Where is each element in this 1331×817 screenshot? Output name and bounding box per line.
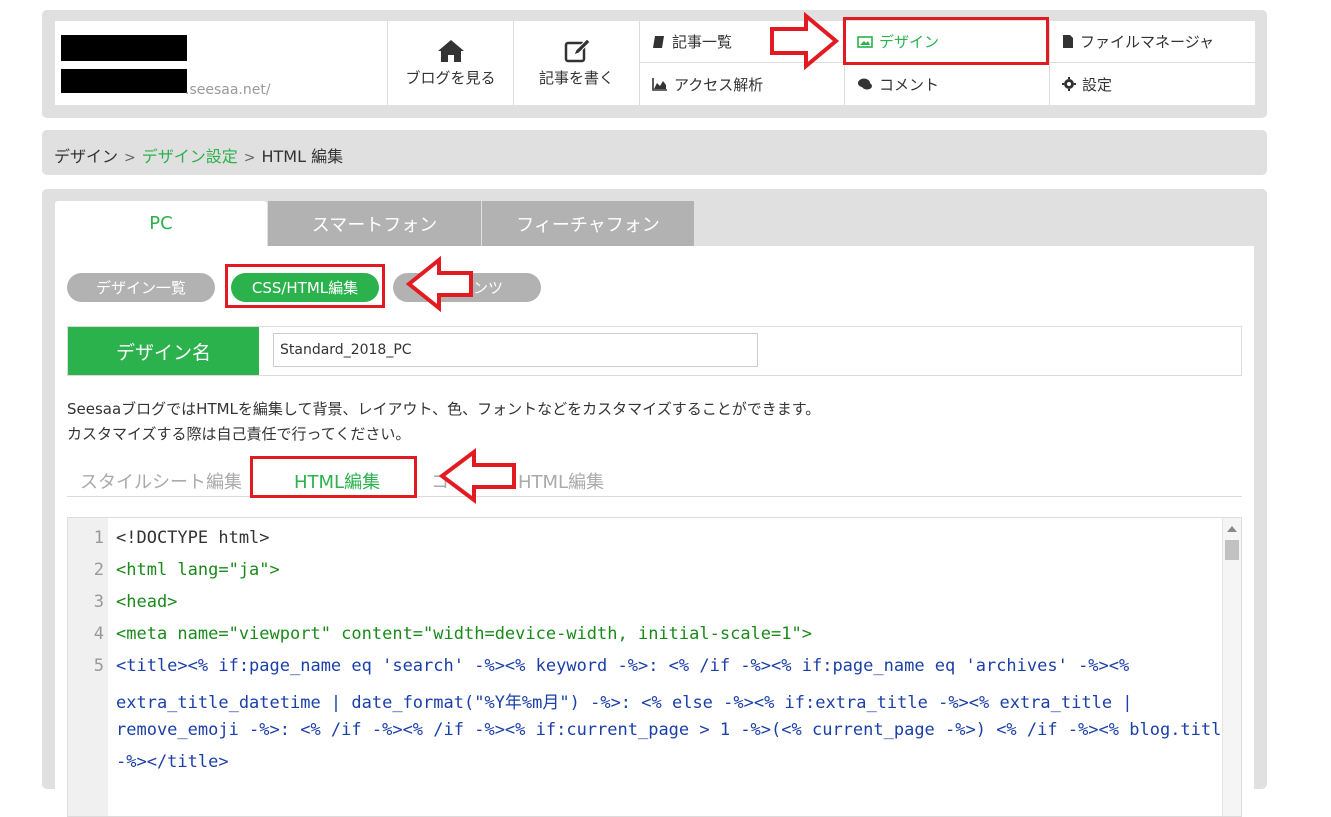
view-blog-label: ブログを見る (405, 69, 496, 87)
breadcrumb: デザイン > デザイン設定 > HTML 編集 (42, 130, 1267, 175)
line-number: 4 (93, 624, 104, 644)
design-name-label: デザイン名 (68, 327, 259, 375)
code-line: <title><% if:page_name eq 'search' -%><%… (116, 656, 1130, 676)
arrow-annotation-left (438, 448, 516, 504)
header-inner: .seesaa.net/ ブログを見る 記事を書く 記事一覧 デザイン ファイル… (55, 21, 1255, 105)
blog-domain: .seesaa.net/ (185, 82, 271, 98)
header-bar: .seesaa.net/ ブログを見る 記事を書く 記事一覧 デザイン ファイル… (42, 10, 1267, 118)
view-blog-button[interactable]: ブログを見る (387, 21, 513, 105)
subtab-divider (67, 496, 1242, 497)
chart-icon (652, 78, 667, 91)
redacted-blog-title (61, 35, 187, 61)
redacted-blog-url (61, 69, 187, 93)
html-code-editor[interactable]: 1 2 3 4 5 <!DOCTYPE html> <html lang="ja… (67, 517, 1242, 817)
tab-stylesheet-edit[interactable]: スタイルシート編集 (80, 468, 242, 494)
content-area: デザイン一覧 CSS/HTML編集 ンツ デザイン名 SeesaaブログではHT… (55, 246, 1254, 817)
line-number: 3 (93, 592, 104, 612)
book-icon (653, 35, 664, 48)
breadcrumb-html-edit: HTML 編集 (261, 147, 344, 166)
breadcrumb-design-settings[interactable]: デザイン設定 (142, 147, 238, 166)
nav-file-manager[interactable]: ファイルマネージャ (1049, 21, 1255, 63)
tab-feature-phone[interactable]: フィーチャフォン (482, 201, 694, 246)
nav-settings-label: 設定 (1082, 75, 1113, 94)
write-post-button[interactable]: 記事を書く (513, 21, 639, 105)
code-line: remove_emoji -%>: <% /if -%><% /if -%><%… (116, 720, 1232, 740)
description-line-2: カスタマイズする際は自己責任で行ってください。 (67, 425, 411, 443)
nav-comments-label: コメント (879, 75, 940, 94)
tab-smartphone[interactable]: スマートフォン (268, 201, 481, 246)
nav-access-analysis-label: アクセス解析 (674, 75, 764, 94)
code-line: -%></title> (116, 752, 229, 772)
nav-file-manager-label: ファイルマネージャ (1080, 33, 1214, 51)
arrow-annotation-right (770, 12, 840, 70)
gear-icon (1062, 77, 1076, 91)
comment-icon (858, 78, 872, 90)
editor-scrollbar[interactable] (1222, 518, 1241, 816)
breadcrumb-design: デザイン (54, 147, 119, 166)
annotation-box-design (843, 17, 1049, 65)
tab-other-html-edit[interactable]: HTML編集 (518, 468, 604, 494)
nav-comments[interactable]: コメント (844, 63, 1049, 105)
code-line: <head> (116, 592, 178, 612)
annotation-box-html-edit (250, 456, 417, 498)
annotation-box-css-html (225, 264, 385, 308)
design-name-input[interactable] (273, 333, 758, 367)
code-line: <html lang="ja"> (116, 560, 280, 580)
edit-icon (564, 38, 591, 63)
line-number: 2 (93, 560, 104, 580)
code-line: <meta name="viewport" content="width=dev… (116, 624, 812, 644)
design-name-row: デザイン名 (67, 326, 1242, 376)
line-number: 5 (93, 656, 104, 676)
write-post-label: 記事を書く (538, 69, 614, 87)
breadcrumb-separator: > (124, 150, 136, 166)
scrollbar-thumb[interactable] (1225, 540, 1239, 560)
description-line-1: SeesaaブログではHTMLを編集して背景、レイアウト、色、フォントなどをカス… (67, 400, 821, 418)
nav-settings[interactable]: 設定 (1049, 63, 1255, 105)
breadcrumb-separator: > (243, 150, 256, 166)
code-line: <!DOCTYPE html> (116, 528, 270, 548)
code-line: extra_title_datetime | date_format("%Y年%… (116, 693, 1133, 713)
home-icon (437, 40, 464, 62)
scroll-up-icon[interactable] (1227, 526, 1237, 532)
tab-pc[interactable]: PC (55, 201, 267, 246)
line-number: 1 (93, 528, 104, 548)
file-icon (1063, 35, 1073, 48)
nav-articles-label: 記事一覧 (672, 33, 733, 51)
design-list-button[interactable]: デザイン一覧 (67, 273, 215, 302)
arrow-annotation-left (405, 256, 473, 312)
line-number-gutter: 1 2 3 4 5 (68, 518, 108, 816)
